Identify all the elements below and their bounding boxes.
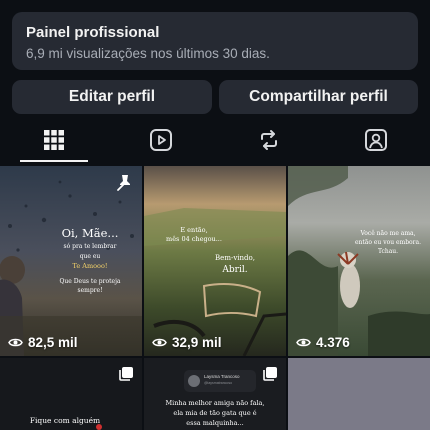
post-caption-line: Bem-vindo, bbox=[215, 254, 255, 262]
post-caption-highlight: Te Amooo! bbox=[72, 262, 108, 270]
post-view-count-value: 32,9 mil bbox=[172, 335, 222, 350]
reposts-icon bbox=[261, 130, 277, 150]
post-caption-highlight: Abril. bbox=[222, 265, 248, 275]
tab-reposts[interactable] bbox=[226, 118, 312, 162]
carousel-icon bbox=[119, 367, 133, 381]
tab-reels[interactable] bbox=[118, 118, 204, 162]
post-caption-line: essa malquinha... bbox=[186, 419, 244, 427]
eye-icon bbox=[152, 338, 167, 347]
post-caption-line: Que Deus te proteja bbox=[59, 278, 121, 285]
account-name: Laysma Trancoso bbox=[204, 374, 240, 379]
post-view-count: 82,5 mil bbox=[8, 335, 78, 350]
post-caption-line: que eu bbox=[79, 253, 101, 260]
grid-icon bbox=[44, 130, 64, 150]
post-caption-line: só pra te lembrar bbox=[63, 243, 117, 250]
avatar bbox=[188, 375, 200, 387]
reels-icon bbox=[150, 129, 172, 151]
professional-dashboard-card[interactable]: Painel profissional 6,9 mi visualizações… bbox=[12, 12, 418, 70]
dashboard-views-summary: 6,9 mi visualizações nos últimos 30 dias… bbox=[26, 46, 270, 61]
post-view-count-value: 4.376 bbox=[316, 335, 350, 350]
tab-tagged[interactable] bbox=[333, 118, 419, 162]
post-caption-line: Tchau. bbox=[377, 248, 399, 255]
post-view-count: 4.376 bbox=[296, 335, 350, 350]
profile-tabs bbox=[0, 118, 430, 162]
eye-icon bbox=[8, 338, 23, 347]
carousel-icon bbox=[263, 367, 277, 381]
post-thumbnail[interactable]: E então, mês 04 chegou... Bem-vindo, Abr… bbox=[144, 166, 286, 356]
post-thumbnail[interactable]: Oi, Mãe... só pra te lembrar que eu Te A… bbox=[0, 166, 142, 356]
dashboard-title: Painel profissional bbox=[26, 24, 160, 41]
post-caption-line: Minha melhor amiga não fala, bbox=[165, 399, 265, 407]
post-caption-title: Oi, Mãe... bbox=[61, 226, 119, 240]
post-thumbnail[interactable]: Laysma Trancoso @laysmatrancoso Minha me… bbox=[144, 358, 286, 430]
heart-accent bbox=[96, 424, 102, 430]
eye-icon bbox=[296, 338, 311, 347]
posts-grid: Oi, Mãe... só pra te lembrar que eu Te A… bbox=[0, 166, 430, 430]
pin-icon bbox=[117, 175, 130, 191]
post-view-count-value: 82,5 mil bbox=[28, 335, 78, 350]
post-caption-line: mês 04 chegou... bbox=[166, 235, 222, 243]
post-caption-line: E então, bbox=[180, 226, 208, 234]
account-handle: @laysmatrancoso bbox=[204, 381, 233, 385]
post-caption-line: então eu vou embora. bbox=[354, 239, 422, 246]
edit-profile-button[interactable]: Editar perfil bbox=[12, 80, 212, 114]
post-caption-line: Fique com alguém bbox=[29, 416, 101, 425]
tagged-icon bbox=[365, 129, 387, 151]
active-tab-indicator bbox=[20, 160, 88, 162]
share-profile-button[interactable]: Compartilhar perfil bbox=[219, 80, 418, 114]
post-image bbox=[288, 166, 430, 356]
tab-posts-grid[interactable] bbox=[11, 118, 97, 162]
post-caption-line: Você não me ama, bbox=[360, 230, 416, 237]
post-caption-line: ela mia de tão gata que é bbox=[173, 409, 257, 417]
post-thumbnail[interactable]: Você não me ama, então eu vou embora. Tc… bbox=[288, 166, 430, 356]
account-chip: Laysma Trancoso @laysmatrancoso bbox=[184, 370, 256, 392]
post-view-count: 32,9 mil bbox=[152, 335, 222, 350]
post-thumbnail[interactable] bbox=[288, 358, 430, 430]
post-thumbnail[interactable]: Fique com alguém bbox=[0, 358, 142, 430]
post-caption-line: sempre! bbox=[77, 287, 103, 294]
